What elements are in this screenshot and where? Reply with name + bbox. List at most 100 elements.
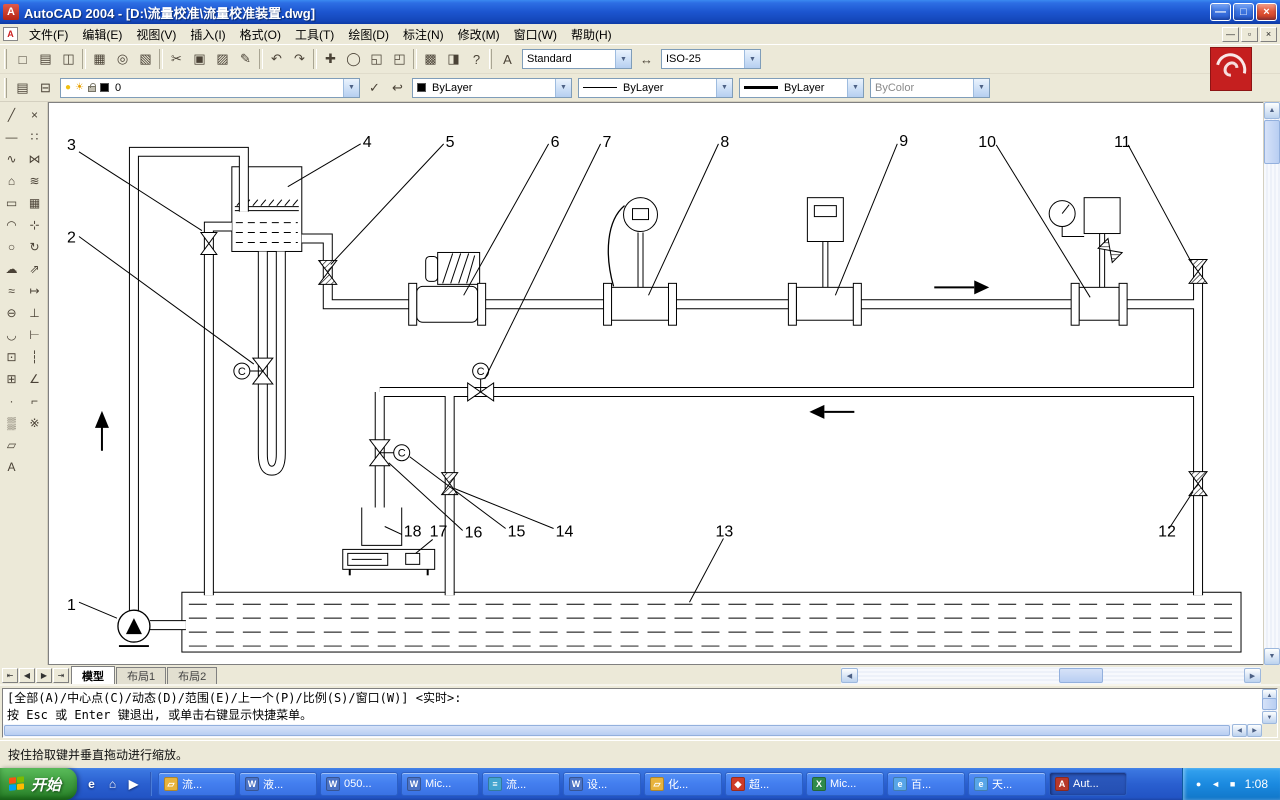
menu-item[interactable]: 窗口(W) — [507, 24, 564, 44]
zoom-previous-icon[interactable]: ◰ — [388, 48, 411, 70]
drawing-canvas[interactable]: C C C — [48, 102, 1263, 665]
scroll-thumb[interactable] — [1264, 120, 1280, 164]
layout-tab[interactable]: 布局2 — [167, 667, 217, 684]
clock[interactable]: 1:08 — [1245, 777, 1268, 791]
scroll-thumb[interactable] — [1059, 668, 1103, 683]
chamfer-tool-icon[interactable]: ∠ — [23, 368, 46, 390]
taskbar-button[interactable]: e 百... — [887, 772, 965, 796]
redo-icon[interactable]: ↷ — [288, 48, 311, 70]
part-label-1[interactable]: 1 — [67, 597, 117, 618]
undo-icon[interactable]: ↶ — [265, 48, 288, 70]
tray-shield-icon[interactable]: ■ — [1227, 778, 1239, 790]
layout-tab[interactable]: 模型 — [71, 666, 115, 684]
stretch-tool-icon[interactable]: ↦ — [23, 280, 46, 302]
fillet-tool-icon[interactable]: ⌐ — [23, 390, 46, 412]
menu-item[interactable]: 修改(M) — [451, 24, 507, 44]
part-label-13[interactable]: 13 — [689, 523, 733, 602]
chevron-down-icon[interactable]: ▼ — [744, 50, 760, 68]
scroll-thumb[interactable] — [1262, 698, 1277, 710]
rotate-tool-icon[interactable]: ↻ — [23, 236, 46, 258]
canvas-horizontal-scrollbar[interactable]: ◀ ▶ — [841, 667, 1261, 684]
construction-line-tool-icon[interactable]: — — [0, 126, 23, 148]
titlebar[interactable]: A AutoCAD 2004 - [D:\流量校准\流量校准装置.dwg] — … — [0, 0, 1280, 24]
valve-12[interactable] — [1189, 472, 1207, 496]
flow-arrow-left[interactable] — [809, 405, 854, 419]
scroll-track[interactable] — [858, 668, 1244, 683]
make-block-tool-icon[interactable]: ⊞ — [0, 368, 23, 390]
toolbar-button[interactable] — [159, 49, 163, 69]
layout-tab[interactable]: 布局1 — [116, 667, 166, 684]
layer-previous-icon[interactable]: ↩ — [386, 77, 409, 99]
plot-style-combo[interactable]: ByColor ▼ — [870, 78, 990, 98]
spline-tool-icon[interactable]: ≈ — [0, 280, 23, 302]
prev-tab-button[interactable]: ◀ — [19, 668, 35, 683]
move-tool-icon[interactable]: ⊹ — [23, 214, 46, 236]
scroll-right-icon[interactable]: ▶ — [1244, 668, 1261, 683]
menu-item[interactable]: 插入(I) — [183, 24, 232, 44]
toolbar-button[interactable] — [82, 49, 86, 69]
layer-states-icon[interactable]: ⊟ — [34, 77, 57, 99]
copy-tool-icon[interactable]: ∷ — [23, 126, 46, 148]
scroll-right-icon[interactable]: ▶ — [1247, 724, 1262, 737]
menu-item[interactable]: 工具(T) — [288, 24, 341, 44]
part-label-5[interactable]: 5 — [331, 134, 455, 265]
scroll-track[interactable] — [1264, 119, 1280, 648]
polygon-tool-icon[interactable]: ⌂ — [0, 170, 23, 192]
match-properties-icon[interactable]: ✎ — [234, 48, 257, 70]
circle-tool-icon[interactable]: ○ — [0, 236, 23, 258]
menu-item[interactable]: 文件(F) — [22, 24, 75, 44]
open-file-icon[interactable]: ▤ — [34, 48, 57, 70]
maximize-button[interactable]: □ — [1233, 3, 1254, 21]
chevron-down-icon[interactable]: ▼ — [343, 79, 359, 97]
doc-close-button[interactable]: × — [1260, 27, 1277, 42]
taskbar-button[interactable]: ◆ 超... — [725, 772, 803, 796]
water-tank[interactable] — [182, 592, 1241, 652]
command-vertical-scrollbar[interactable]: ▲ ▼ — [1262, 689, 1277, 724]
extend-tool-icon[interactable]: ⊢ — [23, 324, 46, 346]
offset-tool-icon[interactable]: ≋ — [23, 170, 46, 192]
toolbar-button[interactable] — [259, 49, 263, 69]
toolbar-button[interactable] — [313, 49, 317, 69]
scroll-track[interactable] — [1262, 702, 1277, 711]
close-button[interactable]: × — [1256, 3, 1277, 21]
toolbar-grip[interactable] — [4, 49, 7, 69]
region-tool-icon[interactable]: ▱ — [0, 434, 23, 456]
taskbar-button[interactable]: W 液... — [239, 772, 317, 796]
flow-arrow-up[interactable] — [95, 411, 109, 451]
taskbar-button[interactable]: A Aut... — [1049, 772, 1127, 796]
taskbar-button[interactable]: X Mic... — [806, 772, 884, 796]
help-icon[interactable]: ? — [465, 48, 488, 70]
toolbar-grip[interactable] — [489, 49, 492, 69]
pan-icon[interactable]: ✚ — [319, 48, 342, 70]
zoom-realtime-icon[interactable]: ◯ — [342, 48, 365, 70]
designcenter-icon[interactable]: ◨ — [442, 48, 465, 70]
trim-tool-icon[interactable]: ⊥ — [23, 302, 46, 324]
copy-clip-icon[interactable]: ▣ — [188, 48, 211, 70]
polyline-tool-icon[interactable]: ∿ — [0, 148, 23, 170]
flow-meter-6[interactable] — [409, 252, 486, 325]
chevron-down-icon[interactable]: ▼ — [716, 79, 732, 97]
save-icon[interactable]: ◫ — [57, 48, 80, 70]
hatch-tool-icon[interactable]: ▒ — [0, 412, 23, 434]
point-tool-icon[interactable]: · — [0, 390, 23, 412]
color-combo[interactable]: ByLayer ▼ — [412, 78, 572, 98]
layer-combo[interactable]: ● ☀ 0 ▼ — [60, 78, 360, 98]
line-tool-icon[interactable]: ╱ — [0, 104, 23, 126]
taskbar-button[interactable]: W 设... — [563, 772, 641, 796]
chevron-down-icon[interactable]: ▼ — [847, 79, 863, 97]
taskbar-button[interactable]: ≡ 流... — [482, 772, 560, 796]
part-label-8[interactable]: 8 — [649, 134, 730, 295]
taskbar-button[interactable]: ▱ 流... — [158, 772, 236, 796]
part-label-2[interactable]: 2 — [67, 230, 254, 365]
zoom-window-icon[interactable]: ◱ — [365, 48, 388, 70]
text-style-combo[interactable]: Standard ▼ — [522, 49, 632, 69]
layers-icon[interactable]: ▤ — [11, 77, 34, 99]
taskbar-button[interactable]: ▱ 化... — [644, 772, 722, 796]
part-label-9[interactable]: 9 — [835, 133, 908, 295]
start-button[interactable]: 开始 — [0, 768, 77, 800]
scroll-left-icon[interactable]: ◀ — [1232, 724, 1247, 737]
dim-style-combo[interactable]: ISO-25 ▼ — [661, 49, 761, 69]
media-player-icon[interactable]: ▶ — [125, 776, 142, 793]
taskbar-button[interactable]: W 050... — [320, 772, 398, 796]
arc-tool-icon[interactable]: ◠ — [0, 214, 23, 236]
